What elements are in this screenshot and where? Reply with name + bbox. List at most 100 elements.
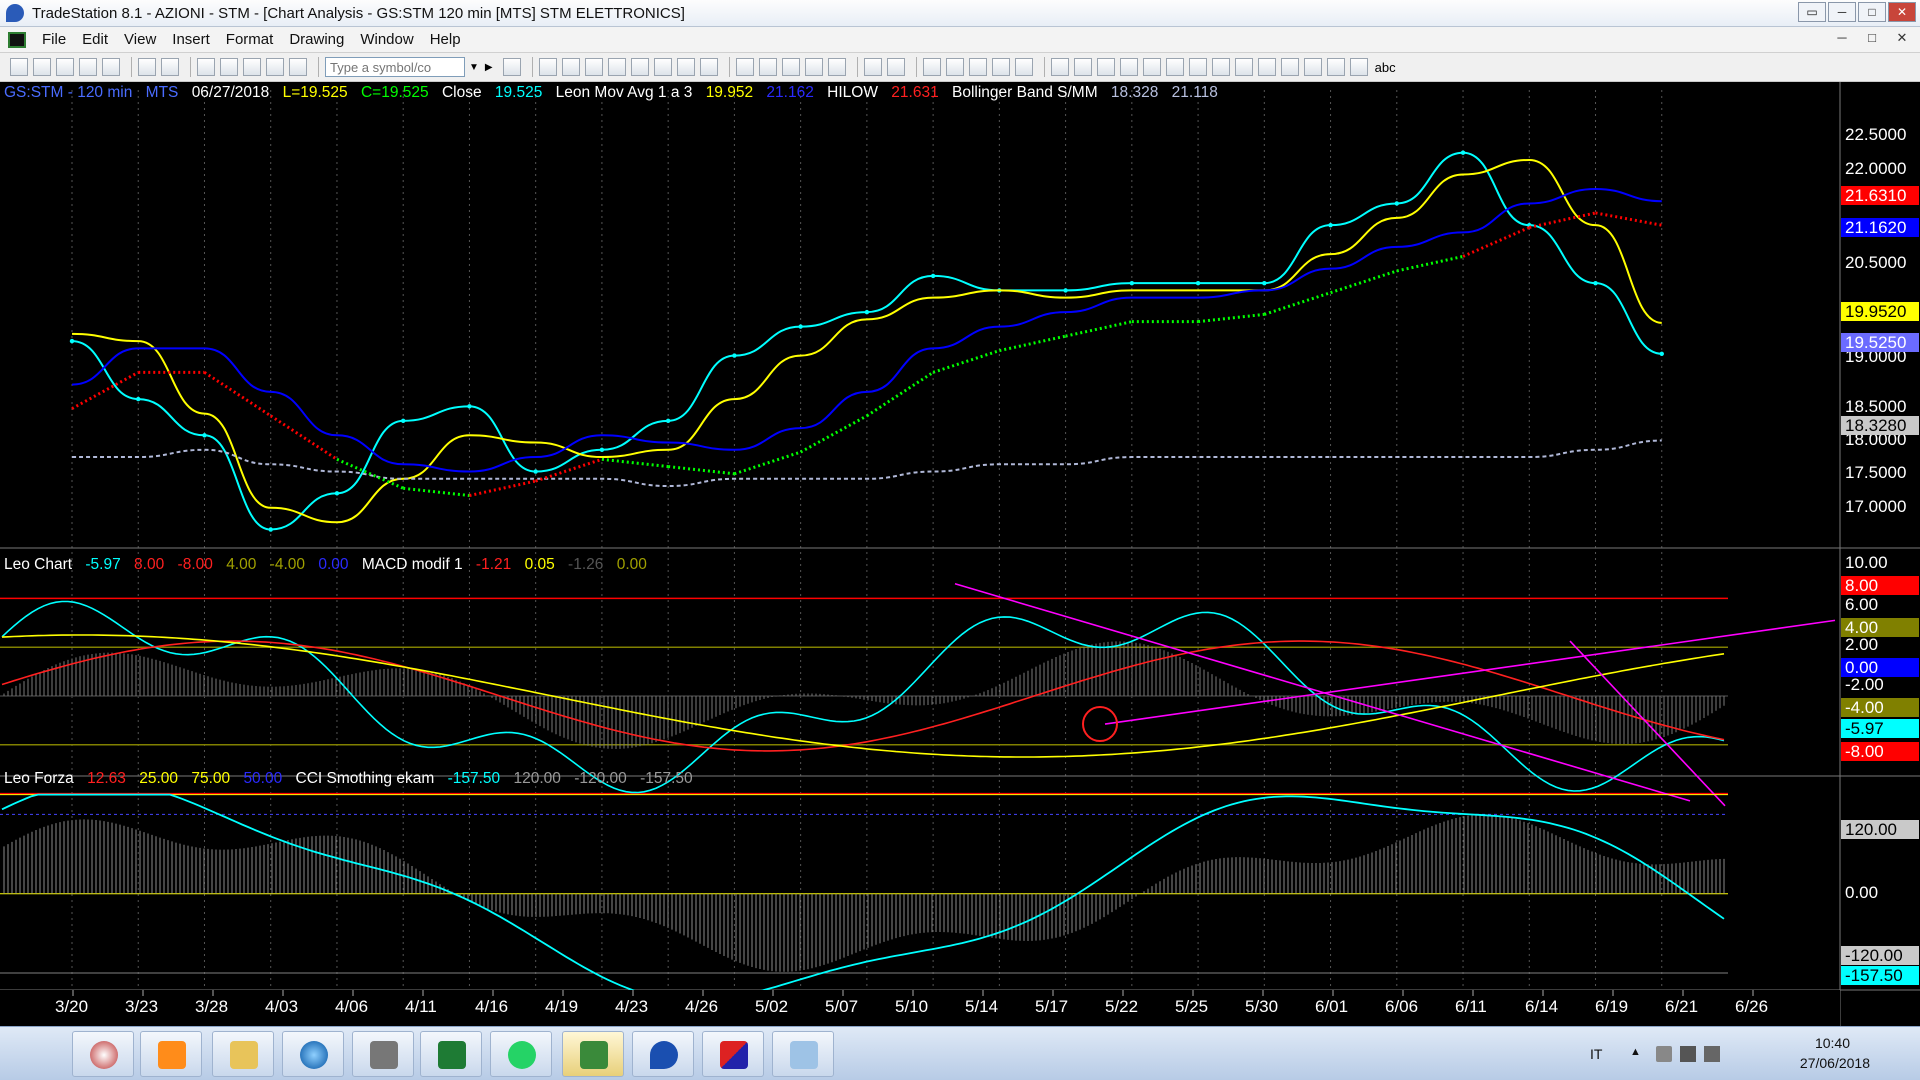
taskbar-app-6[interactable] <box>420 1031 482 1077</box>
clock-time[interactable]: 10:40 <box>1815 1035 1850 1051</box>
taskbar-app-1[interactable] <box>72 1031 134 1077</box>
alert-icon[interactable] <box>991 58 1010 76</box>
chart-area[interactable]: 22.5000 22.0000 20.5000 19.0000 18.5000 18.00… <box>0 82 1920 1026</box>
taskbar-app-5[interactable] <box>352 1031 414 1077</box>
mdi-restore-button[interactable]: □ <box>1862 30 1882 46</box>
menu-insert[interactable]: Insert <box>164 31 218 48</box>
show-hidden-icons-icon[interactable]: ▲ <box>1630 1046 1646 1062</box>
go-arrow-icon[interactable]: ▶ <box>485 62 493 73</box>
restore-small-button[interactable]: ▭ <box>1798 2 1826 22</box>
whatsapp-icon <box>508 1041 536 1069</box>
menu-view[interactable]: View <box>116 31 164 48</box>
mdi-close-button[interactable]: ✕ <box>1892 30 1912 46</box>
arc-icon[interactable] <box>1234 58 1253 76</box>
pointer-icon[interactable] <box>922 58 941 76</box>
properties-icon[interactable] <box>220 58 238 76</box>
menu-window[interactable]: Window <box>352 31 421 48</box>
folder-icon[interactable] <box>102 58 120 76</box>
chart-window-icon[interactable] <box>8 31 26 48</box>
horizontal-line-icon[interactable] <box>1096 58 1115 76</box>
menu-format[interactable]: Format <box>218 31 282 48</box>
ellipse-icon[interactable] <box>1326 58 1345 76</box>
rectangle-icon[interactable] <box>1349 58 1368 76</box>
print-preview-icon[interactable] <box>138 58 156 76</box>
print-icon[interactable] <box>161 58 179 76</box>
chart-style-icon[interactable] <box>538 58 557 76</box>
low-value: L=19.525 <box>282 84 348 101</box>
text-tool-label[interactable]: abc <box>1375 60 1396 75</box>
compress-icon[interactable] <box>804 58 823 76</box>
strategy-icon[interactable] <box>653 58 672 76</box>
ohlc-icon[interactable] <box>781 58 800 76</box>
expand-icon[interactable] <box>827 58 846 76</box>
chart-canvas[interactable]: 22.500022.000020.500019.000018.500018.00… <box>0 82 1920 1026</box>
leo-chart-label: Leo Chart <box>4 556 73 573</box>
maximize-button[interactable]: □ <box>1858 2 1886 22</box>
channel-icon[interactable] <box>1142 58 1161 76</box>
up-arrow-icon[interactable] <box>1280 58 1299 76</box>
symbol-dropdown-icon[interactable]: ▼ <box>469 62 479 73</box>
gann-fan-icon[interactable] <box>1188 58 1207 76</box>
leo-forza-value-tag-text: -120.00 <box>1845 946 1903 965</box>
indicator-icon[interactable] <box>630 58 649 76</box>
bar-spacing-icon[interactable] <box>735 58 754 76</box>
down-arrow-icon[interactable] <box>1303 58 1322 76</box>
lock-icon[interactable] <box>243 58 261 76</box>
cycle-lines-icon[interactable] <box>1257 58 1276 76</box>
language-indicator[interactable]: IT <box>1590 1046 1602 1062</box>
network-status-icon[interactable] <box>1704 1046 1720 1062</box>
bar-chart-icon[interactable] <box>561 58 580 76</box>
save-icon[interactable] <box>79 58 97 76</box>
taskbar-app-10[interactable] <box>702 1031 764 1077</box>
taskbar-app-2[interactable] <box>140 1031 202 1077</box>
tools-icon[interactable] <box>968 58 987 76</box>
taskbar-app-8-active[interactable] <box>562 1031 624 1077</box>
vertical-line-icon[interactable] <box>1073 58 1092 76</box>
data-window-icon[interactable] <box>607 58 626 76</box>
time-axis-label: 6/06 <box>1385 997 1418 1016</box>
menu-edit[interactable]: Edit <box>74 31 116 48</box>
symbol-input[interactable] <box>325 57 465 77</box>
taskbar-app-9[interactable] <box>632 1031 694 1077</box>
mdi-minimize-button[interactable]: ─ <box>1832 30 1852 46</box>
zoom-in-icon[interactable] <box>676 58 695 76</box>
time-axis-label: 5/10 <box>895 997 928 1016</box>
menu-help[interactable]: Help <box>422 31 469 48</box>
volume-icon[interactable] <box>1656 1046 1672 1062</box>
format-icon[interactable] <box>197 58 215 76</box>
magnifier-icon[interactable] <box>863 58 882 76</box>
taskbar-app-3[interactable] <box>212 1031 274 1077</box>
menu-drawing[interactable]: Drawing <box>281 31 352 48</box>
quote-icon[interactable] <box>502 58 521 76</box>
zoom-out-icon[interactable] <box>699 58 718 76</box>
menu-file[interactable]: File <box>34 31 74 48</box>
candlestick-icon[interactable] <box>758 58 777 76</box>
taskbar-app-7[interactable] <box>490 1031 552 1077</box>
taskbar-app-11[interactable] <box>772 1031 834 1077</box>
network-icon[interactable] <box>289 58 307 76</box>
fibonacci-icon[interactable] <box>1119 58 1138 76</box>
tradestation-task-icon <box>580 1041 608 1069</box>
line-chart-icon[interactable] <box>584 58 603 76</box>
leo-chart-value-5: -4.00 <box>269 556 306 573</box>
minimize-button[interactable]: ─ <box>1828 2 1856 22</box>
window-link-icon[interactable] <box>1014 58 1033 76</box>
flag-icon[interactable] <box>1680 1046 1696 1062</box>
calculator-icon[interactable] <box>266 58 284 76</box>
price-axis-tick: 17.0000 <box>1845 497 1906 516</box>
price-axis-tick: 20.5000 <box>1845 253 1906 272</box>
open-workspace-icon[interactable] <box>56 58 74 76</box>
crosshair-icon[interactable] <box>945 58 964 76</box>
time-axis-label: 5/14 <box>965 997 998 1016</box>
close-button[interactable]: ✕ <box>1888 2 1916 22</box>
trendline-icon[interactable] <box>1050 58 1069 76</box>
andrews-pitchfork-icon[interactable] <box>1165 58 1184 76</box>
taskbar-app-4[interactable] <box>282 1031 344 1077</box>
zoom-reset-icon[interactable] <box>886 58 905 76</box>
date-label: 06/27/2018 <box>191 84 270 101</box>
open-file-icon[interactable] <box>33 58 51 76</box>
new-file-icon[interactable] <box>10 58 28 76</box>
price-point <box>69 338 75 344</box>
clock-date[interactable]: 27/06/2018 <box>1800 1055 1870 1071</box>
speed-lines-icon[interactable] <box>1211 58 1230 76</box>
